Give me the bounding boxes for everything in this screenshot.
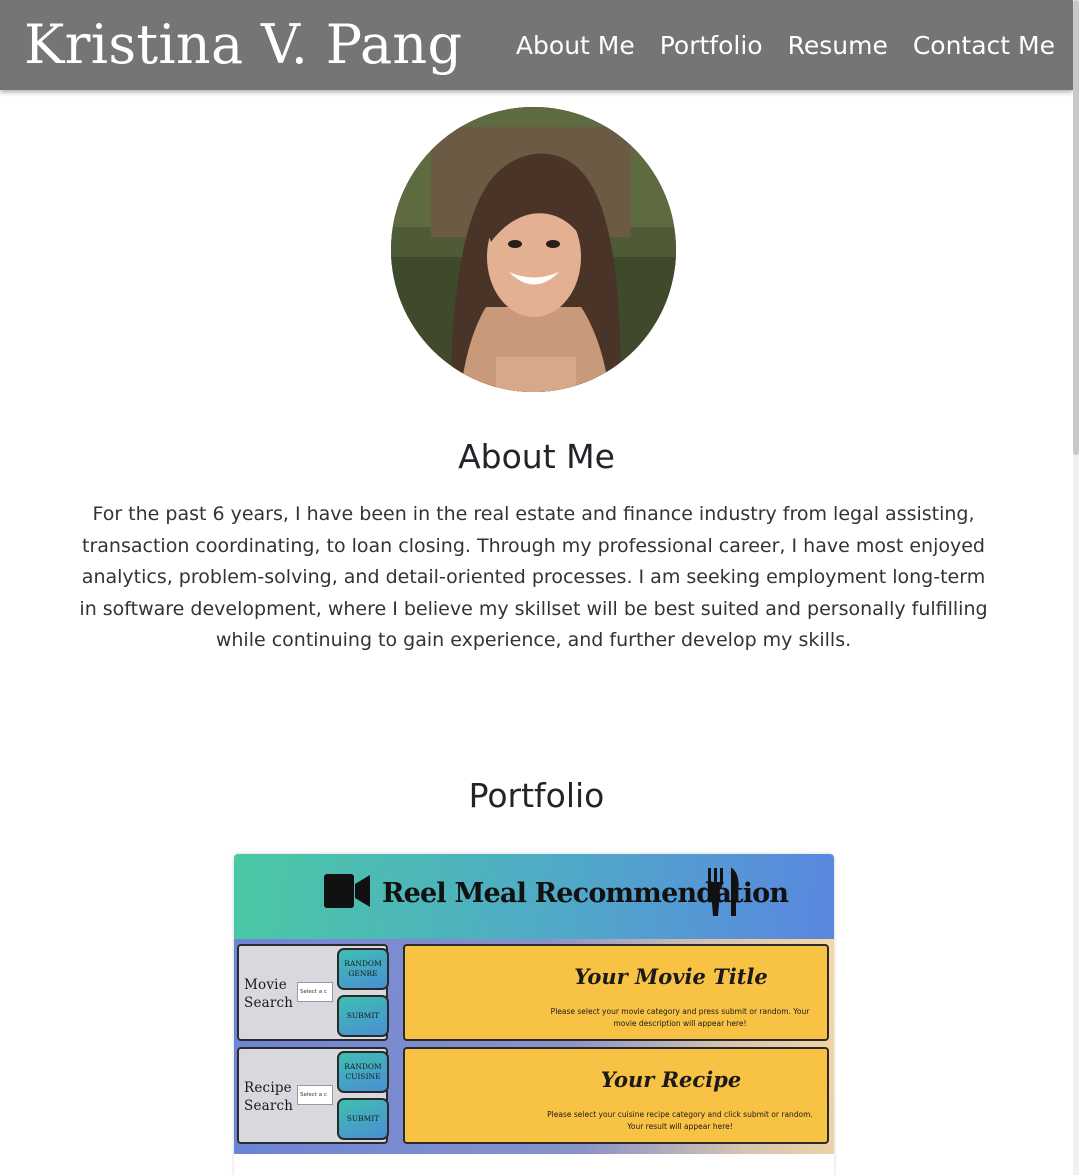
utensils-icon <box>707 868 739 916</box>
brand-name[interactable]: Kristina V. Pang <box>24 18 462 72</box>
nav-links: About Me Portfolio Resume Contact Me <box>516 31 1055 60</box>
recipe-submit-button: Submit <box>337 1098 389 1140</box>
portfolio-heading: Portfolio <box>468 776 605 815</box>
project-card[interactable]: Reel Meal Recommendation Movie Search Se… <box>234 854 834 1175</box>
recipe-search-panel: Recipe Search Select a c Random Cuisine … <box>237 1047 389 1144</box>
nav-link-portfolio[interactable]: Portfolio <box>660 31 763 60</box>
movie-search-panel: Movie Search Select a c Random Genre Sub… <box>237 944 389 1041</box>
recipe-cuisine-select: Select a c <box>297 1085 333 1105</box>
random-cuisine-button: Random Cuisine <box>337 1051 389 1093</box>
movie-genre-select: Select a c <box>297 982 333 1002</box>
profile-photo-illustration <box>391 107 676 392</box>
nav-link-about-me[interactable]: About Me <box>516 31 635 60</box>
recipe-result-title: Your Recipe <box>600 1067 742 1092</box>
recipe-result-description: Please select your cuisine recipe catego… <box>547 1110 813 1131</box>
navbar: Kristina V. Pang About Me Portfolio Resu… <box>0 0 1073 90</box>
profile-photo <box>391 107 676 392</box>
about-me-text: For the past 6 years, I have been in the… <box>79 503 988 651</box>
page-scrollbar-thumb[interactable] <box>1073 0 1079 455</box>
nav-link-resume[interactable]: Resume <box>788 31 888 60</box>
project-app-header: Reel Meal Recommendation <box>234 854 834 939</box>
recipe-result-box: Your Recipe Please select your cuisine r… <box>403 1047 829 1144</box>
movie-result-title: Your Movie Title <box>574 964 768 989</box>
movie-submit-button: Submit <box>337 995 389 1037</box>
movie-result-description: Please select your movie category and pr… <box>550 1007 810 1028</box>
nav-link-contact-me[interactable]: Contact Me <box>913 31 1055 60</box>
movie-search-label: Movie Search <box>244 977 294 1011</box>
about-me-heading: About Me <box>458 437 615 476</box>
movie-result-box: Your Movie Title Please select your movi… <box>403 944 829 1041</box>
recipe-search-label: Recipe Search <box>244 1080 294 1114</box>
project-screenshot[interactable]: Reel Meal Recommendation Movie Search Se… <box>234 854 834 1154</box>
random-genre-button: Random Genre <box>337 948 389 990</box>
video-camera-icon <box>324 874 370 908</box>
